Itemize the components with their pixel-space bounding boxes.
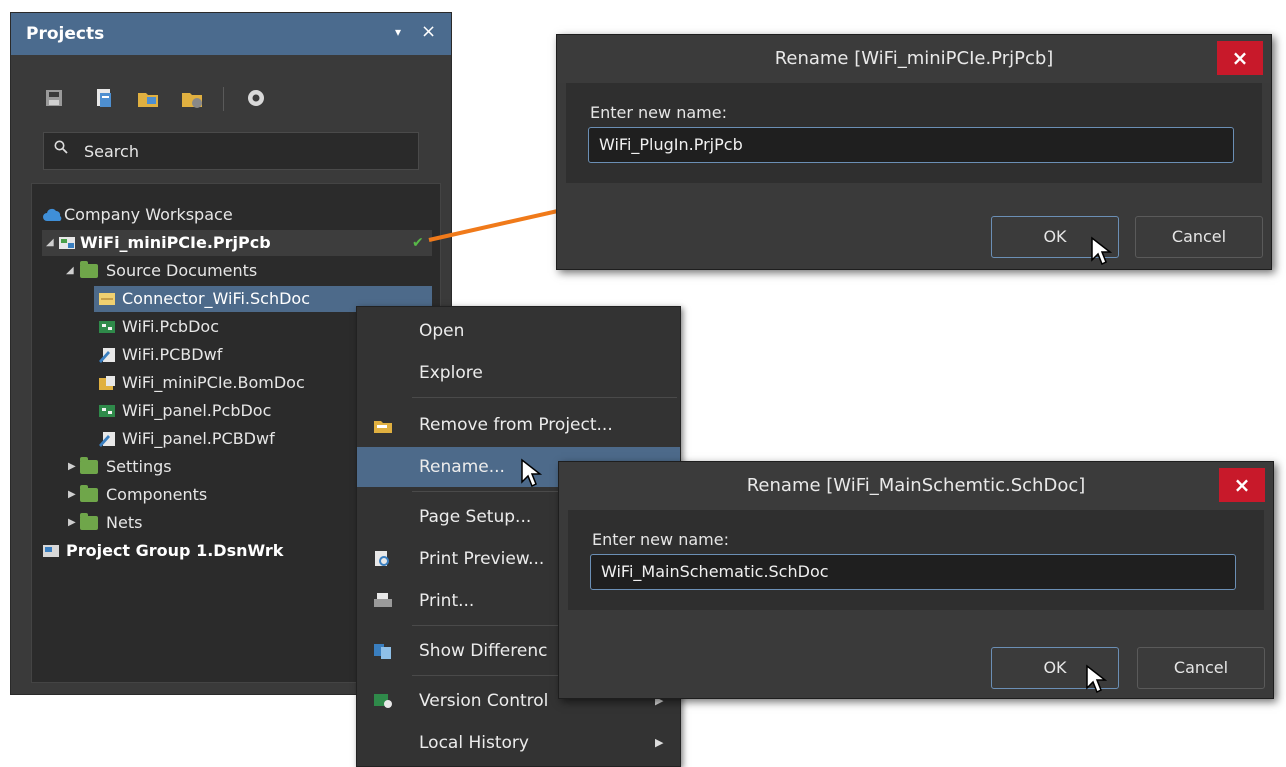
version-control-icon xyxy=(374,694,392,708)
mouse-cursor-icon xyxy=(1086,664,1107,694)
menu-item-label: Print Preview... xyxy=(419,549,545,569)
add-folder-icon[interactable] xyxy=(135,85,161,111)
dialog-body: Enter new name: WiFi_PlugIn.PrjPcb xyxy=(566,83,1262,183)
expand-caret-icon[interactable]: ▶ xyxy=(68,510,76,536)
collapse-caret-icon[interactable]: ◢ xyxy=(46,230,54,256)
save-icon[interactable] xyxy=(41,85,67,111)
dialog-footer: OK Cancel xyxy=(557,209,1271,269)
dialog-body: Enter new name: WiFi_MainSchematic.SchDo… xyxy=(568,510,1264,610)
panel-titlebar: Projects ▾ × xyxy=(11,13,451,55)
tree-item-label: WiFi_panel.PCBDwf xyxy=(122,429,275,448)
folder-icon xyxy=(80,261,98,278)
tree-item-label: Project Group 1.DsnWrk xyxy=(66,541,284,560)
menu-separator xyxy=(412,397,677,398)
menu-item-label: Show Differenc xyxy=(419,641,548,661)
panel-close-icon[interactable]: × xyxy=(421,21,436,42)
compare-icon xyxy=(374,644,391,659)
tree-item-label: Settings xyxy=(106,457,172,476)
tree-item-label: WiFi_miniPCIe.BomDoc xyxy=(122,373,305,392)
schematic-doc-icon xyxy=(99,293,115,305)
menu-item-label: Page Setup... xyxy=(419,507,532,527)
tree-item-panel-pcbdoc[interactable]: WiFi_panel.PcbDoc xyxy=(94,398,394,424)
menu-item-label: Version Control xyxy=(419,691,549,711)
tree-item-company-workspace[interactable]: Company Workspace xyxy=(42,202,432,228)
rename-document-dialog: Rename [WiFi_MainSchemtic.SchDoc] × Ente… xyxy=(558,461,1274,699)
menu-item-explore[interactable]: Explore xyxy=(357,353,680,393)
tree-item-project[interactable]: ◢ WiFi_miniPCIe.PrjPcb ✔ xyxy=(42,230,432,256)
search-input[interactable]: Search xyxy=(43,132,419,170)
toolbar-divider xyxy=(223,87,224,111)
tree-item-nets[interactable]: ▶ Nets xyxy=(62,510,362,536)
pcb-doc-icon xyxy=(99,405,115,417)
folder-remove-icon xyxy=(374,421,392,433)
folder-icon xyxy=(80,485,98,502)
collapse-caret-icon[interactable]: ◢ xyxy=(66,258,74,284)
folder-icon xyxy=(80,457,98,474)
new-name-label: Enter new name: xyxy=(590,103,727,122)
tree-item-pcbdwf[interactable]: WiFi.PCBDwf xyxy=(94,342,394,368)
dialog-footer: OK Cancel xyxy=(559,638,1273,698)
mouse-cursor-icon xyxy=(1091,236,1112,266)
mouse-cursor-icon xyxy=(521,458,542,488)
panel-menu-icon[interactable]: ▾ xyxy=(395,25,401,39)
tree-item-label: WiFi_panel.PcbDoc xyxy=(122,401,272,420)
menu-item-label: Rename... xyxy=(419,457,505,477)
new-name-input[interactable]: WiFi_MainSchematic.SchDoc xyxy=(590,554,1236,590)
tree-item-label: Connector_WiFi.SchDoc xyxy=(122,289,311,308)
folder-icon xyxy=(80,513,98,530)
tree-item-label: Company Workspace xyxy=(64,205,233,224)
cancel-button[interactable]: Cancel xyxy=(1137,647,1265,689)
remove-folder-icon[interactable] xyxy=(179,85,205,111)
saved-check-icon: ✔ xyxy=(412,235,424,251)
tree-item-label: Source Documents xyxy=(106,261,258,280)
tree-item-label: Components xyxy=(106,485,208,504)
pcb-doc-icon xyxy=(99,321,115,333)
new-name-input[interactable]: WiFi_PlugIn.PrjPcb xyxy=(588,127,1234,163)
tree-item-label: WiFi.PCBDwf xyxy=(122,345,223,364)
new-name-label: Enter new name: xyxy=(592,530,729,549)
expand-caret-icon[interactable]: ▶ xyxy=(68,482,76,508)
search-placeholder: Search xyxy=(84,142,139,161)
menu-item-local-history[interactable]: Local History ▶ xyxy=(357,723,680,763)
panel-title: Projects xyxy=(26,24,105,44)
dialog-title: Rename [WiFi_MainSchemtic.SchDoc] xyxy=(559,462,1273,510)
submenu-arrow-icon: ▶ xyxy=(655,736,664,749)
search-icon xyxy=(54,140,68,154)
menu-item-remove-from-project[interactable]: Remove from Project... xyxy=(357,405,680,445)
pcb-draftsman-icon xyxy=(99,432,115,447)
tree-item-panel-pcbdwf[interactable]: WiFi_panel.PCBDwf xyxy=(94,426,394,452)
dialog-title: Rename [WiFi_miniPCIe.PrjPcb] xyxy=(557,35,1271,83)
tree-item-label: WiFi_miniPCIe.PrjPcb xyxy=(80,233,271,252)
tree-item-settings[interactable]: ▶ Settings xyxy=(62,454,362,480)
tree-item-pcbdoc[interactable]: WiFi.PcbDoc xyxy=(94,314,394,340)
tree-item-label: WiFi.PcbDoc xyxy=(122,317,219,336)
pcb-draftsman-icon xyxy=(99,348,115,363)
settings-icon[interactable] xyxy=(243,85,269,111)
printer-icon xyxy=(374,593,392,607)
project-options-icon[interactable] xyxy=(91,85,117,111)
tree-item-bomdoc[interactable]: WiFi_miniPCIe.BomDoc xyxy=(94,370,394,396)
pcb-project-icon xyxy=(59,237,75,249)
dialog-close-button[interactable]: × xyxy=(1219,468,1265,502)
menu-item-open[interactable]: Open xyxy=(357,311,680,351)
rename-project-dialog: Rename [WiFi_miniPCIe.PrjPcb] × Enter ne… xyxy=(556,34,1272,270)
dialog-close-button[interactable]: × xyxy=(1217,41,1263,75)
menu-item-label: Explore xyxy=(419,363,483,383)
cloud-icon xyxy=(43,208,62,221)
print-preview-icon xyxy=(375,551,389,566)
tree-item-project-group[interactable]: Project Group 1.DsnWrk xyxy=(42,538,372,564)
cancel-button[interactable]: Cancel xyxy=(1135,216,1263,258)
menu-item-label: Remove from Project... xyxy=(419,415,613,435)
tree-item-source-documents[interactable]: ◢ Source Documents xyxy=(62,258,432,284)
bom-doc-icon xyxy=(99,376,115,390)
menu-item-label: Print... xyxy=(419,591,475,611)
menu-item-label: Local History xyxy=(419,733,529,753)
tree-item-components[interactable]: ▶ Components xyxy=(62,482,362,508)
expand-caret-icon[interactable]: ▶ xyxy=(68,454,76,480)
project-group-icon xyxy=(43,545,59,557)
tree-item-label: Nets xyxy=(106,513,143,532)
menu-item-label: Open xyxy=(419,321,465,341)
